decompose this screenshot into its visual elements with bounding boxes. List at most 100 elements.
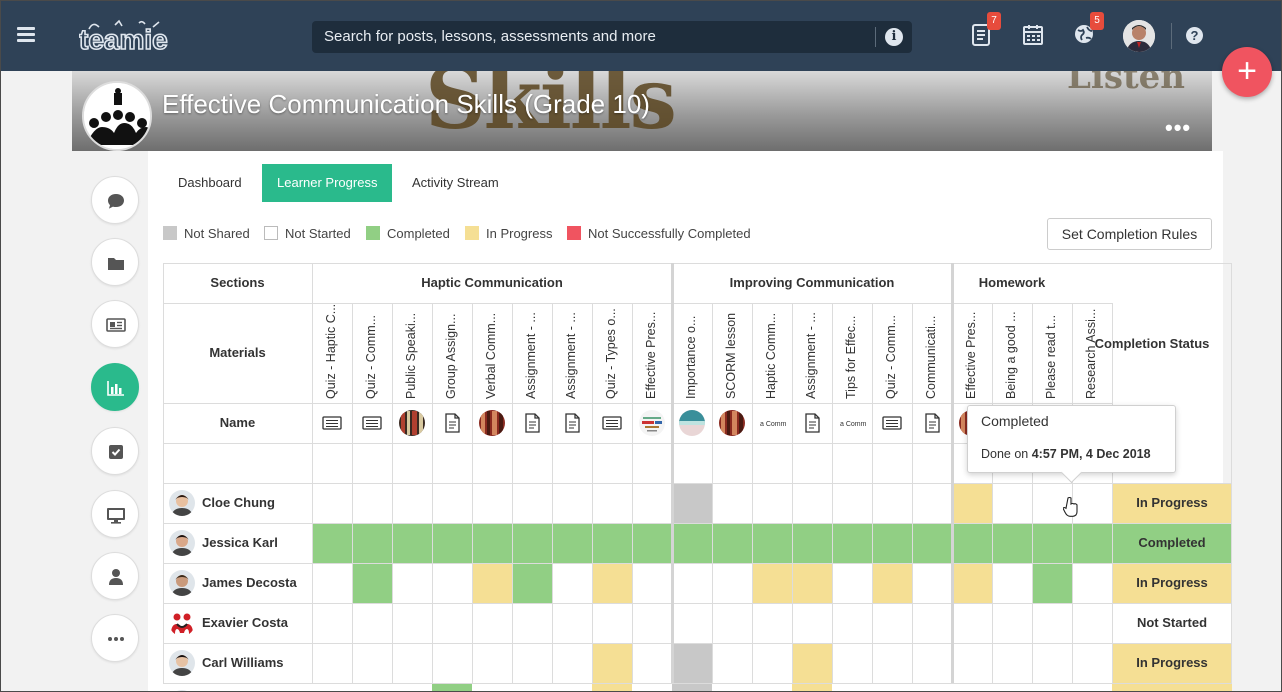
- document-icon[interactable]: [558, 409, 586, 437]
- progress-cell[interactable]: [512, 483, 552, 523]
- material-title[interactable]: Group Assign...: [444, 305, 458, 399]
- progress-cell[interactable]: [352, 603, 392, 643]
- material-title[interactable]: Importance o...: [684, 305, 698, 399]
- progress-cell[interactable]: [432, 603, 472, 643]
- progress-cell[interactable]: [552, 483, 592, 523]
- tab-dashboard[interactable]: Dashboard: [163, 164, 257, 202]
- progress-cell[interactable]: [472, 523, 512, 563]
- progress-cell[interactable]: [472, 683, 512, 691]
- progress-cell[interactable]: [672, 643, 712, 683]
- progress-cell[interactable]: [352, 483, 392, 523]
- student-name[interactable]: Exavier Costa: [202, 615, 288, 630]
- material-title[interactable]: Effective Pres...: [644, 305, 658, 399]
- calendar-icon[interactable]: [1022, 24, 1044, 46]
- progress-cell[interactable]: [792, 603, 832, 643]
- student-avatar[interactable]: [169, 610, 195, 636]
- progress-cell[interactable]: [1072, 683, 1112, 691]
- progress-cell[interactable]: [472, 643, 512, 683]
- progress-cell[interactable]: [952, 563, 992, 603]
- progress-cell[interactable]: [832, 683, 872, 691]
- progress-cell[interactable]: [552, 683, 592, 691]
- progress-cell[interactable]: [792, 523, 832, 563]
- progress-cell[interactable]: [432, 643, 472, 683]
- progress-cell[interactable]: [1032, 523, 1072, 563]
- student-avatar[interactable]: [169, 650, 195, 676]
- progress-cell[interactable]: [592, 603, 632, 643]
- progress-cell[interactable]: [832, 483, 872, 523]
- material-title[interactable]: Quiz - Comm...: [884, 305, 898, 399]
- notifications-icon[interactable]: 7: [971, 12, 1001, 46]
- progress-cell[interactable]: [792, 643, 832, 683]
- image-thumb-icon[interactable]: [718, 409, 746, 437]
- progress-cell[interactable]: [752, 643, 792, 683]
- rail-tasks-button[interactable]: [91, 427, 139, 475]
- progress-cell[interactable]: [1032, 643, 1072, 683]
- progress-cell[interactable]: [592, 483, 632, 523]
- progress-cell[interactable]: [512, 563, 552, 603]
- globe-icon[interactable]: 5: [1074, 12, 1104, 46]
- progress-cell[interactable]: [592, 563, 632, 603]
- info-icon[interactable]: i: [885, 28, 903, 46]
- progress-cell[interactable]: [512, 643, 552, 683]
- progress-cell[interactable]: [512, 683, 552, 691]
- material-title[interactable]: Haptic Comm...: [764, 305, 778, 399]
- student-name[interactable]: James Decosta: [202, 575, 297, 590]
- help-icon[interactable]: ?: [1186, 27, 1203, 44]
- progress-cell[interactable]: [1032, 683, 1072, 691]
- progress-cell[interactable]: [472, 483, 512, 523]
- progress-cell[interactable]: [392, 523, 432, 563]
- progress-cell[interactable]: [912, 603, 952, 643]
- search-input[interactable]: Search for posts, lessons, assessments a…: [312, 21, 912, 53]
- rail-chat-button[interactable]: [91, 176, 139, 224]
- progress-cell[interactable]: [352, 523, 392, 563]
- text-thumb-icon[interactable]: a Comm: [758, 409, 787, 437]
- progress-cell[interactable]: [992, 603, 1032, 643]
- student-avatar[interactable]: [169, 570, 195, 596]
- material-title[interactable]: Effective Pres...: [964, 305, 978, 399]
- progress-cell[interactable]: [472, 603, 512, 643]
- rail-newsfeed-button[interactable]: [91, 300, 139, 348]
- quiz-icon[interactable]: [598, 409, 626, 437]
- progress-cell[interactable]: [432, 483, 472, 523]
- progress-cell[interactable]: [672, 683, 712, 691]
- progress-cell[interactable]: [312, 523, 352, 563]
- progress-cell[interactable]: [552, 603, 592, 643]
- progress-cell[interactable]: [592, 643, 632, 683]
- progress-cell[interactable]: [352, 643, 392, 683]
- progress-cell[interactable]: [752, 523, 792, 563]
- progress-cell[interactable]: [952, 603, 992, 643]
- progress-cell[interactable]: [992, 483, 1032, 523]
- image-thumb-icon[interactable]: [478, 409, 506, 437]
- progress-cell[interactable]: [672, 483, 712, 523]
- progress-cell[interactable]: [752, 683, 792, 691]
- progress-cell[interactable]: [312, 643, 352, 683]
- progress-cell[interactable]: [432, 523, 472, 563]
- student-name[interactable]: Carl Williams: [202, 655, 284, 670]
- progress-cell[interactable]: [992, 683, 1032, 691]
- progress-cell[interactable]: [512, 523, 552, 563]
- progress-cell[interactable]: [752, 603, 792, 643]
- progress-cell[interactable]: [552, 523, 592, 563]
- student-avatar[interactable]: [169, 530, 195, 556]
- tab-learner-progress[interactable]: Learner Progress: [262, 164, 393, 202]
- progress-cell[interactable]: [832, 603, 872, 643]
- teamie-logo[interactable]: teamie: [79, 19, 169, 55]
- progress-cell[interactable]: [712, 483, 752, 523]
- material-title[interactable]: SCORM lesson: [724, 305, 738, 399]
- progress-cell[interactable]: [712, 643, 752, 683]
- progress-cell[interactable]: [872, 563, 912, 603]
- progress-cell[interactable]: [992, 563, 1032, 603]
- progress-cell[interactable]: [712, 683, 752, 691]
- progress-cell[interactable]: [712, 563, 752, 603]
- progress-cell[interactable]: [352, 563, 392, 603]
- material-title[interactable]: Please read t...: [1044, 305, 1058, 399]
- image-thumb-icon[interactable]: [398, 409, 426, 437]
- student-name[interactable]: Cloe Chung: [202, 495, 275, 510]
- progress-cell[interactable]: [352, 683, 392, 691]
- document-icon[interactable]: [518, 409, 546, 437]
- progress-cell[interactable]: [392, 643, 432, 683]
- rail-monitor-button[interactable]: [91, 490, 139, 538]
- progress-cell[interactable]: [312, 563, 352, 603]
- rail-more-button[interactable]: [91, 614, 139, 662]
- progress-cell[interactable]: [872, 523, 912, 563]
